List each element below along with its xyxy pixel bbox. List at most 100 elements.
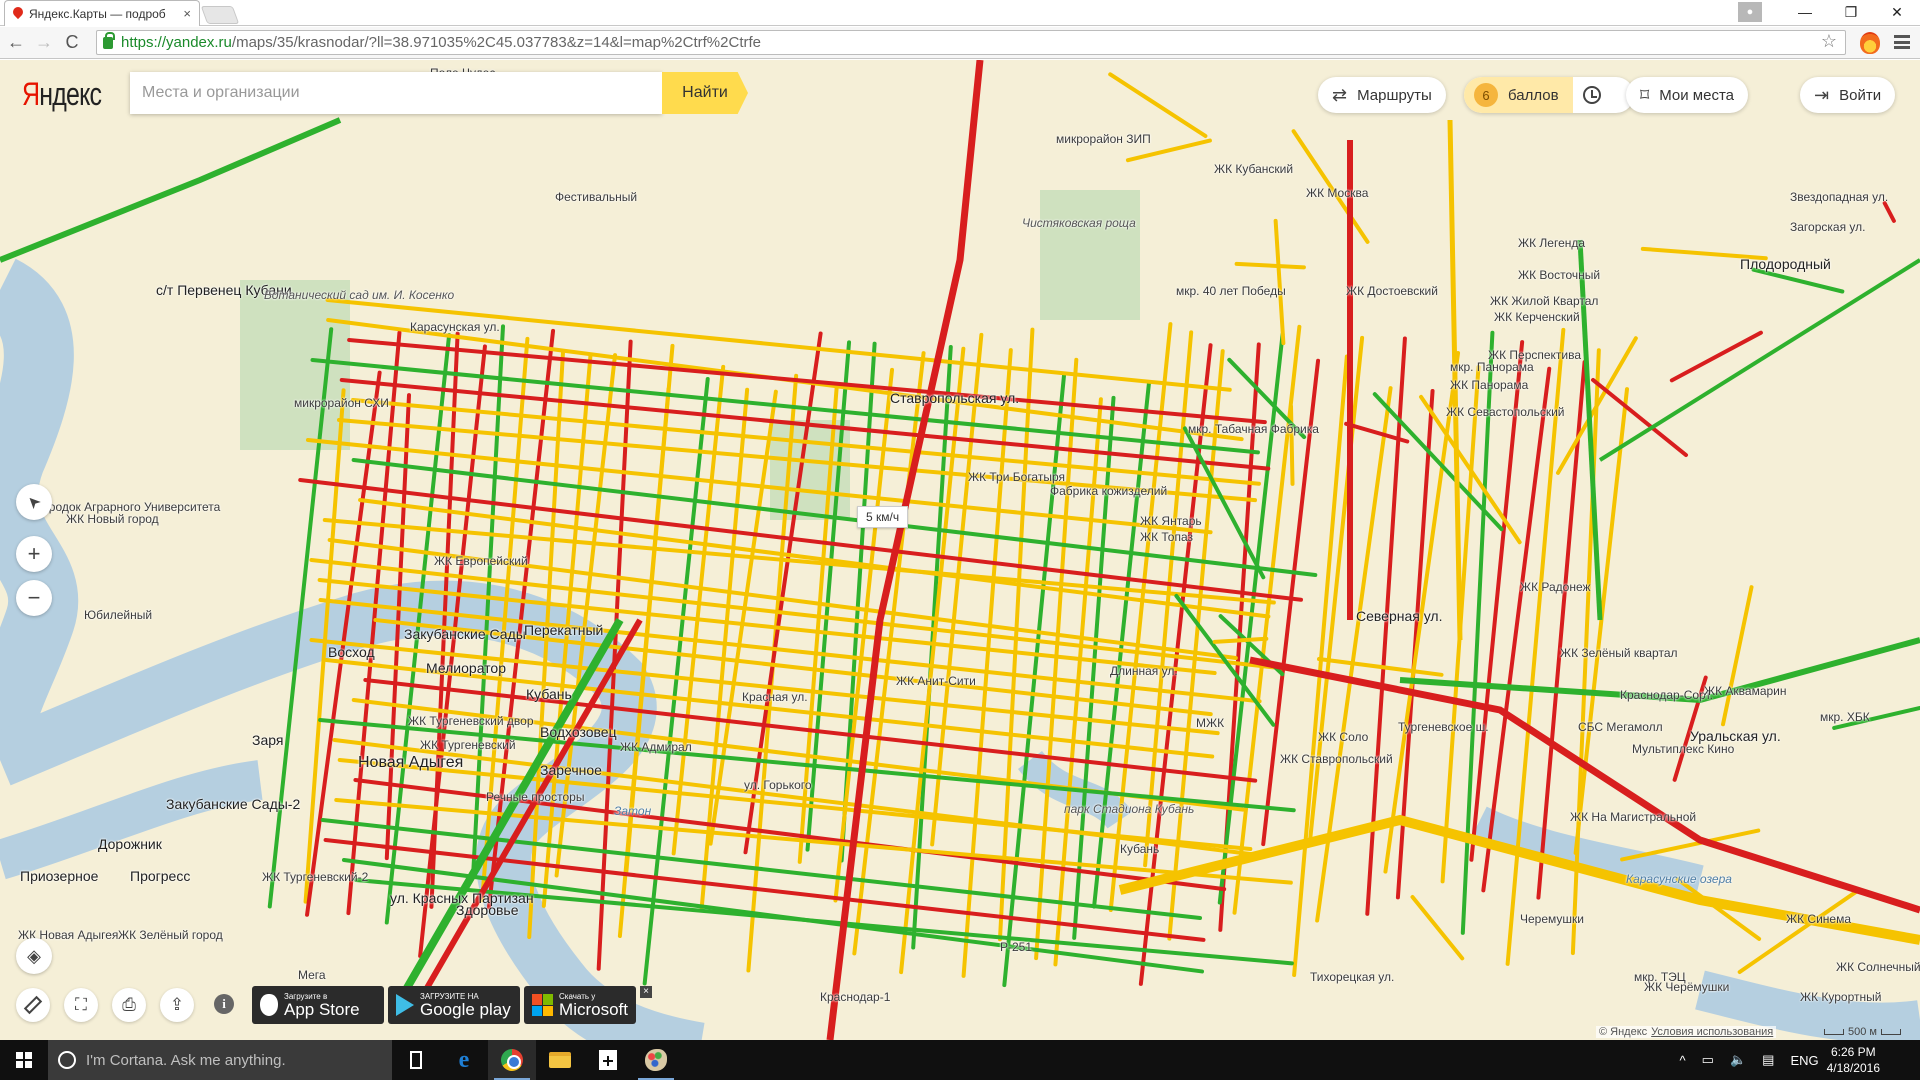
map-label[interactable]: Чистяковская роща [1022, 216, 1136, 230]
start-button[interactable] [0, 1040, 48, 1080]
map-label[interactable]: Фестивальный [555, 190, 637, 204]
map-label[interactable]: Звездопадная ул. [1790, 190, 1888, 204]
map-label[interactable]: ЖК Легенда [1518, 236, 1585, 250]
google-play-badge[interactable]: ЗАГРУЗИТЕ НА Google play [388, 986, 520, 1024]
map-label[interactable]: ЖК Кубанский [1214, 162, 1293, 176]
map-label[interactable]: Карасунские озера [1626, 872, 1732, 886]
map-label[interactable]: Перекатный [524, 622, 603, 638]
map-label[interactable]: ЖК Аквамарин [1704, 684, 1787, 698]
map-label[interactable]: ЖК Ставропольский [1280, 752, 1393, 766]
find-button[interactable]: Найти [662, 72, 748, 114]
map-label[interactable]: ЖК На Магистральной [1570, 810, 1696, 824]
map-label[interactable]: Водхозовец [540, 724, 617, 740]
map-label[interactable]: ЖК Синема [1786, 912, 1851, 926]
zoom-out-button[interactable]: − [16, 580, 52, 616]
volume-icon[interactable]: 🔈 [1730, 1052, 1746, 1068]
map-label[interactable]: СБС Мегамолл [1578, 720, 1663, 734]
map-label[interactable]: Кубань [526, 686, 572, 702]
map-label[interactable]: Тихорецкая ул. [1310, 970, 1394, 984]
my-places-button[interactable]: ⌑ Мои места [1626, 77, 1749, 113]
map-label[interactable]: ЖК Курортный [1800, 990, 1881, 1004]
map-label[interactable]: ЖК Соло [1318, 730, 1368, 744]
map-label[interactable]: ЖК Керченский [1494, 310, 1580, 324]
map-label[interactable]: ЖК Достоевский [1346, 284, 1438, 298]
map-label[interactable]: Дорожник [98, 836, 162, 852]
map-label[interactable]: ЖК Топаз [1140, 530, 1193, 544]
restore-button[interactable]: ❐ [1828, 4, 1874, 21]
map-canvas[interactable]: Поле Чудесмикрорайон ЗИПЖК КубанскийЖК М… [0, 60, 1920, 1040]
bookmark-star-icon[interactable]: ☆ [1821, 31, 1837, 52]
map-label[interactable]: ЖК Севастопольский [1446, 405, 1565, 419]
map-label[interactable]: ЖК Тургеневский двор [408, 714, 534, 728]
map-label[interactable]: Черемушки [1520, 912, 1584, 926]
map-label[interactable]: Фабрика кожизделий [1050, 484, 1167, 498]
map-label[interactable]: Речные просторы [486, 790, 584, 804]
print-button[interactable]: ⎙ [112, 988, 146, 1022]
map-label[interactable]: ЖК Панорама [1450, 378, 1528, 392]
map-label[interactable]: Краснодар-1 [820, 990, 890, 1004]
map-label[interactable]: ЖК Новый город [66, 512, 159, 526]
map-label[interactable]: Юбилейный [84, 608, 152, 622]
map-label[interactable]: мкр. 40 лет Победы [1176, 284, 1286, 298]
terms-link[interactable]: Условия использования [1651, 1026, 1773, 1038]
traffic-control[interactable]: 6 баллов [1464, 77, 1634, 113]
map-label[interactable]: ЖК Жилой Квартал [1490, 294, 1598, 308]
map-label[interactable]: ЖК Солнечный Остров [1836, 960, 1920, 974]
map-label[interactable]: Тургеневское ш. [1398, 720, 1489, 734]
map-label[interactable]: Северная ул. [1356, 608, 1443, 624]
taskbar-paint[interactable] [632, 1040, 680, 1080]
share-button[interactable]: ⇪ [160, 988, 194, 1022]
microsoft-store-badge[interactable]: Скачать у Microsoft [524, 986, 636, 1024]
map-label[interactable]: Карасунская ул. [410, 320, 500, 334]
taskbar-clock[interactable]: 6:26 PM 4/18/2016 [1827, 1044, 1880, 1076]
traffic-score-area[interactable]: 6 баллов [1464, 77, 1573, 113]
map-label[interactable]: микрорайон ЗИП [1056, 132, 1151, 146]
taskbar-edge[interactable]: e [440, 1040, 488, 1080]
map-label[interactable]: Мультиплекс Кино [1632, 742, 1734, 756]
new-tab-button[interactable] [200, 6, 240, 24]
map-label[interactable]: ЖК Адмирал [620, 740, 692, 754]
map-label[interactable]: Красная ул. [742, 690, 808, 704]
browser-tab[interactable]: Яндекс.Карты — подроб × [4, 0, 200, 26]
chrome-menu-icon[interactable] [1894, 35, 1910, 49]
map-label[interactable]: МЖК [1196, 716, 1224, 730]
map-label[interactable]: Кубань [1120, 842, 1159, 856]
map-label[interactable]: Загорская ул. [1790, 220, 1865, 234]
close-store-badges-button[interactable]: × [640, 986, 652, 998]
map-label[interactable]: микрорайон СХИ [294, 396, 389, 410]
login-button[interactable]: ⇥ Войти [1800, 77, 1896, 113]
map-label[interactable]: мкр. Панорама [1450, 360, 1534, 374]
info-icon[interactable]: i [214, 994, 234, 1014]
layers-button[interactable]: ◈ [16, 938, 52, 974]
map-label[interactable]: парк Стадиона Кубань [1064, 802, 1194, 816]
map-label[interactable]: ЖК Москва [1306, 186, 1368, 200]
close-window-button[interactable]: ✕ [1874, 4, 1920, 21]
tab-close-icon[interactable]: × [183, 6, 191, 21]
back-button[interactable]: ← [4, 32, 28, 53]
map-label[interactable]: ЖК Радонеж [1520, 580, 1591, 594]
map-label[interactable]: Длинная ул. [1110, 664, 1178, 678]
action-center-icon[interactable]: ▤ [1762, 1052, 1774, 1068]
map-label[interactable]: Мега [298, 968, 326, 982]
map-label[interactable]: ЖК Анит-Сити [896, 674, 976, 688]
app-store-badge[interactable]: Загрузите в App Store [252, 986, 384, 1024]
network-icon[interactable]: ▭ [1702, 1052, 1714, 1068]
map-label[interactable]: Прогресс [130, 868, 190, 884]
map-label[interactable]: ЖК Черёмушки [1644, 980, 1729, 994]
map-label[interactable]: ЖК Зелёный город [118, 928, 223, 942]
routes-button[interactable]: ⇄ Маршруты [1318, 77, 1446, 113]
map-label[interactable]: ЖК Тургеневский [420, 738, 516, 752]
map-label[interactable]: Восход [328, 644, 375, 660]
panorama-button[interactable]: ⛶ [64, 988, 98, 1022]
map-label[interactable]: ЖК Европейский [434, 554, 528, 568]
map-label[interactable]: ЖК Тургеневский-2 [262, 870, 368, 884]
forward-button[interactable]: → [32, 32, 56, 53]
map-label[interactable]: Затон [614, 804, 651, 818]
map-label[interactable]: Приозерное [20, 868, 98, 884]
task-view-button[interactable] [392, 1040, 440, 1080]
map-label[interactable]: ул. Красных Партизан [390, 890, 534, 906]
taskbar-chrome[interactable] [488, 1040, 536, 1080]
ruler-button[interactable] [16, 988, 50, 1022]
map-label[interactable]: ЖК Три Богатыря [968, 470, 1065, 484]
map-label[interactable]: Мелиоратор [426, 660, 506, 676]
